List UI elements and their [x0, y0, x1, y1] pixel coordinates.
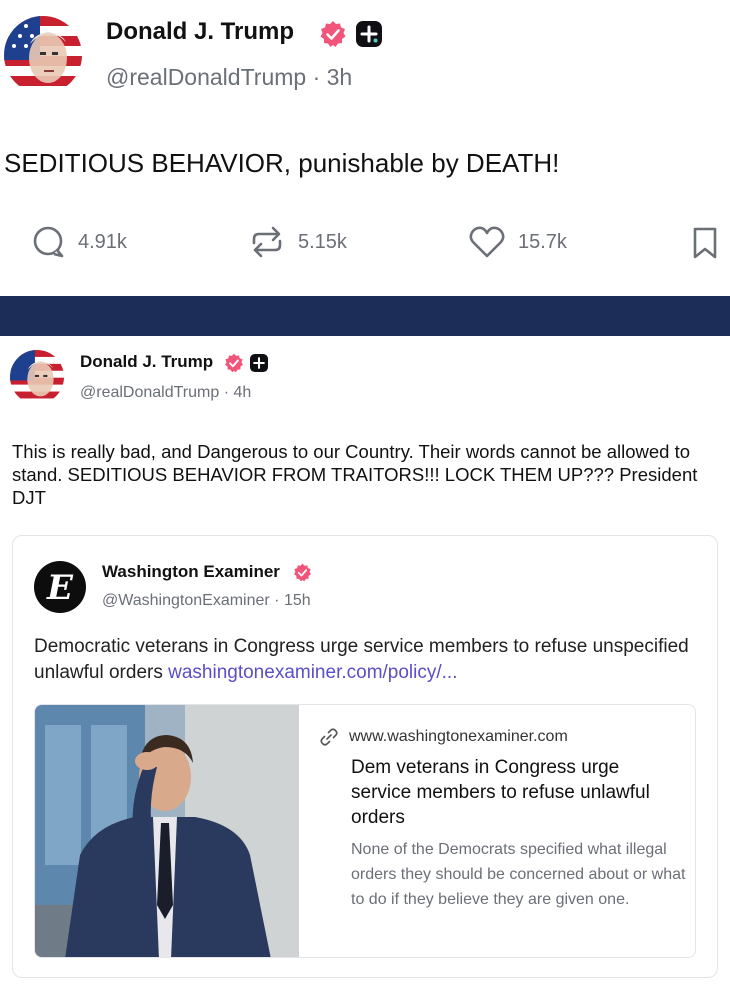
original-author-avatar[interactable]	[10, 350, 64, 404]
heart-icon	[469, 226, 505, 258]
link-chain-icon	[320, 728, 338, 746]
author-handle-time[interactable]: @realDonaldTrump · 3h	[106, 64, 352, 91]
article-photo	[35, 705, 299, 957]
quoted-post-text: Democratic veterans in Congress urge ser…	[34, 634, 704, 686]
bookmark-button[interactable]	[692, 226, 718, 265]
section-divider	[0, 296, 730, 336]
post-text: SEDITIOUS BEHAVIOR, punishable by DEATH!	[4, 148, 560, 178]
original-author-name[interactable]: Donald J. Trump	[80, 352, 213, 372]
verified-badge-icon	[225, 353, 243, 373]
quoted-author-handle-time[interactable]: @WashingtonExaminer · 15h	[102, 592, 311, 610]
retruth-button[interactable]: 5.15k	[248, 222, 347, 262]
link-domain: www.washingtonexaminer.com	[349, 728, 568, 745]
author-avatar[interactable]	[4, 16, 82, 94]
like-count: 15.7k	[518, 230, 567, 253]
retruth-arrows-icon	[252, 226, 282, 258]
original-author-handle-time[interactable]: @realDonaldTrump · 4h	[80, 384, 251, 402]
link-description: None of the Democrats specified what ill…	[351, 841, 686, 908]
plus-badge-icon	[356, 21, 382, 47]
author-name[interactable]: Donald J. Trump	[106, 18, 294, 46]
quoted-author-name[interactable]: Washington Examiner	[102, 562, 280, 582]
bookmark-icon	[693, 227, 717, 259]
reply-bubble-icon	[33, 226, 64, 258]
original-post-text: This is really bad, and Dangerous to our…	[12, 441, 698, 508]
verified-badge-icon	[320, 21, 346, 47]
reply-count: 4.91k	[78, 230, 127, 253]
washington-examiner-logo[interactable]: E	[34, 561, 86, 613]
svg-text:E: E	[46, 568, 74, 607]
like-button[interactable]: 15.7k	[468, 222, 567, 262]
verified-badge-icon	[294, 563, 311, 582]
link-domain-row: www.washingtonexaminer.com	[319, 727, 568, 747]
retruth-count: 5.15k	[298, 230, 347, 253]
quoted-post-link[interactable]: washingtonexaminer.com/policy/...	[168, 662, 457, 683]
plus-badge-icon	[250, 354, 268, 372]
reply-button[interactable]: 4.91k	[30, 222, 127, 262]
link-title[interactable]: Dem veterans in Congress urge service me…	[351, 755, 681, 830]
main-post: Donald J. Trump @realDonaldTrump · 3h SE…	[0, 0, 730, 296]
link-preview-card[interactable]: www.washingtonexaminer.com Dem veterans …	[34, 704, 696, 958]
